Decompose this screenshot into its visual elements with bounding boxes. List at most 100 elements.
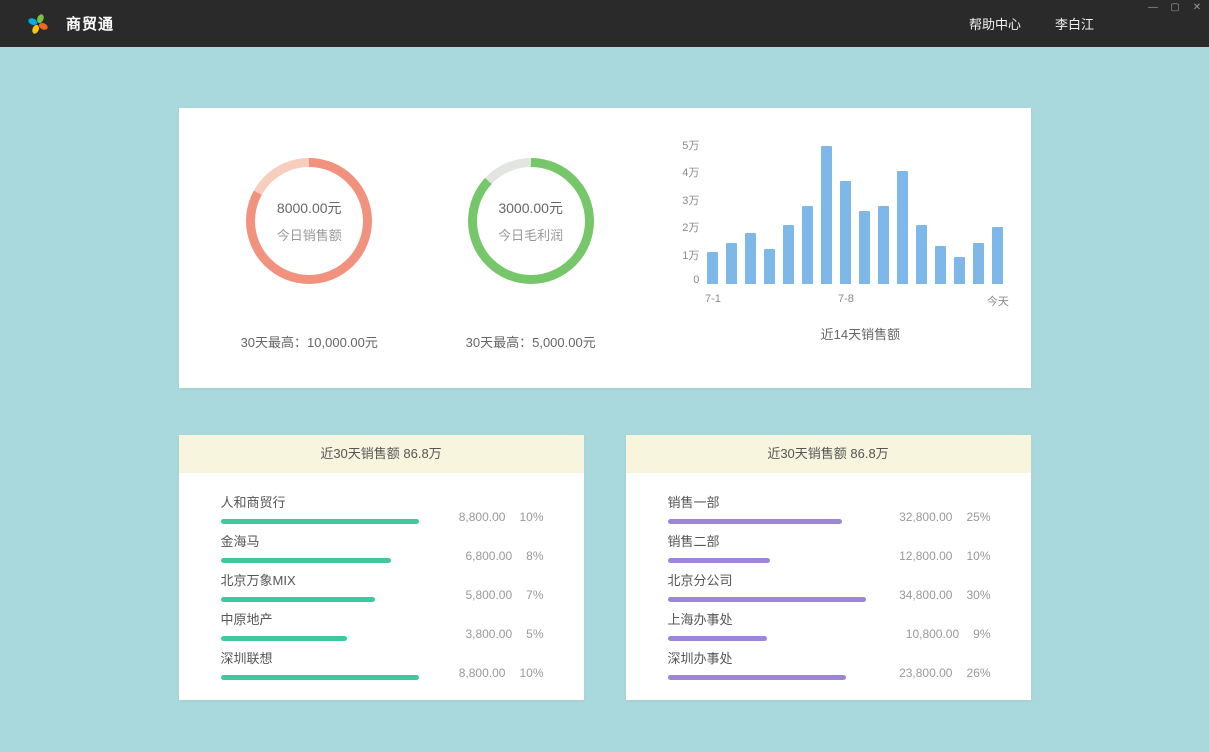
list-item: 上海办事处 10,800.00 9% xyxy=(668,611,991,641)
chart-bar xyxy=(954,257,965,284)
chart-bar xyxy=(840,181,851,284)
customer-name: 深圳联想 xyxy=(221,650,419,668)
department-name: 销售一部 xyxy=(668,494,866,512)
list-item-left: 深圳联想 xyxy=(221,650,419,680)
chart-bar xyxy=(802,206,813,284)
sales-percent: 5% xyxy=(526,627,543,641)
sales-percent: 10% xyxy=(966,549,990,563)
sales-amount: 12,800.00 xyxy=(899,549,952,563)
sales-percent: 10% xyxy=(519,510,543,524)
sales-amount: 23,800.00 xyxy=(899,666,952,680)
donut-center: 3000.00元 今日毛利润 xyxy=(468,158,594,284)
bar-chart-plot: 5万4万3万2万1万0 xyxy=(673,142,1030,284)
list-item-left: 人和商贸行 xyxy=(221,494,419,524)
progress-bar-fill xyxy=(221,519,419,524)
list-item-right: 5,800.00 7% xyxy=(465,588,543,602)
rank-cards-row: 近30天销售额 86.8万 人和商贸行 8,800.00 10% 金海马 xyxy=(179,435,1031,700)
list-item-right: 12,800.00 10% xyxy=(899,549,990,563)
today-sales-30d-max: 30天最高：10,000.00元 xyxy=(241,332,378,351)
dashboard-content: 8000.00元 今日销售额 30天最高：10,000.00元 3000.00元… xyxy=(179,108,1031,700)
chart-bar xyxy=(764,249,775,284)
customer-rank-title: 近30天销售额 86.8万 xyxy=(179,435,584,473)
today-profit-30d-max: 30天最高：5,000.00元 xyxy=(466,332,596,351)
list-item-left: 上海办事处 xyxy=(668,611,866,641)
list-item: 北京万象MIX 5,800.00 7% xyxy=(221,572,544,602)
window-controls: — ▢ ✕ xyxy=(1147,2,1203,14)
titlebar-right: 帮助中心 李白江 xyxy=(969,14,1094,33)
sales-percent: 7% xyxy=(526,588,543,602)
chart-bar xyxy=(992,227,1003,284)
progress-bar-track xyxy=(221,519,419,524)
sales-percent: 25% xyxy=(966,510,990,524)
sales-amount: 3,800.00 xyxy=(465,627,512,641)
list-item-right: 32,800.00 25% xyxy=(899,510,990,524)
customer-name: 北京万象MIX xyxy=(221,572,419,590)
bar-chart-y-axis: 5万4万3万2万1万0 xyxy=(673,142,707,284)
department-name: 上海办事处 xyxy=(668,611,866,629)
list-item: 金海马 6,800.00 8% xyxy=(221,533,544,563)
progress-bar-track xyxy=(668,636,866,641)
today-sales-donut-block: 8000.00元 今日销售额 30天最高：10,000.00元 xyxy=(219,108,400,388)
list-item: 销售一部 32,800.00 25% xyxy=(668,494,991,524)
user-name[interactable]: 李白江 xyxy=(1055,14,1094,33)
list-item-right: 3,800.00 5% xyxy=(465,627,543,641)
sales-percent: 30% xyxy=(966,588,990,602)
list-item-left: 中原地产 xyxy=(221,611,419,641)
list-item-left: 深圳办事处 xyxy=(668,650,866,680)
donut-center: 8000.00元 今日销售额 xyxy=(246,158,372,284)
progress-bar-track xyxy=(668,519,866,524)
department-rank-list: 销售一部 32,800.00 25% 销售二部 12,800.00 xyxy=(626,473,1031,680)
chart-bar xyxy=(821,146,832,284)
chart-bar xyxy=(916,225,927,284)
list-item-right: 8,800.00 10% xyxy=(459,666,544,680)
list-item-right: 8,800.00 10% xyxy=(459,510,544,524)
app-title: 商贸通 xyxy=(66,13,114,34)
customer-name: 中原地产 xyxy=(221,611,419,629)
close-icon[interactable]: ✕ xyxy=(1191,2,1203,14)
customer-name: 人和商贸行 xyxy=(221,494,419,512)
sales-amount: 34,800.00 xyxy=(899,588,952,602)
department-name: 销售二部 xyxy=(668,533,866,551)
sales-percent: 8% xyxy=(526,549,543,563)
chart-bar xyxy=(707,252,718,284)
today-profit-label: 今日毛利润 xyxy=(498,225,563,244)
progress-bar-fill xyxy=(668,558,771,563)
today-profit-value: 3000.00元 xyxy=(498,198,563,218)
titlebar: 商贸通 帮助中心 李白江 — ▢ ✕ xyxy=(0,0,1209,47)
list-item: 深圳办事处 23,800.00 26% xyxy=(668,650,991,680)
progress-bar-fill xyxy=(221,636,348,641)
maximize-icon[interactable]: ▢ xyxy=(1169,2,1181,14)
sales-amount: 8,800.00 xyxy=(459,666,506,680)
list-item-right: 6,800.00 8% xyxy=(465,549,543,563)
today-profit-donut-chart: 3000.00元 今日毛利润 xyxy=(468,158,594,284)
progress-bar-fill xyxy=(668,519,842,524)
today-sales-donut-chart: 8000.00元 今日销售额 xyxy=(246,158,372,284)
today-sales-label: 今日销售额 xyxy=(277,225,342,244)
progress-bar-track xyxy=(221,675,419,680)
help-center-link[interactable]: 帮助中心 xyxy=(969,14,1021,33)
list-item-left: 北京万象MIX xyxy=(221,572,419,602)
minimize-icon[interactable]: — xyxy=(1147,2,1159,14)
progress-bar-track xyxy=(668,597,866,602)
list-item: 中原地产 3,800.00 5% xyxy=(221,611,544,641)
sales-amount: 8,800.00 xyxy=(459,510,506,524)
list-item-left: 销售一部 xyxy=(668,494,866,524)
sales-percent: 10% xyxy=(519,666,543,680)
progress-bar-fill xyxy=(221,597,375,602)
customer-sales-rank-card: 近30天销售额 86.8万 人和商贸行 8,800.00 10% 金海马 xyxy=(179,435,584,700)
progress-bar-fill xyxy=(668,636,767,641)
progress-bar-fill xyxy=(221,558,391,563)
today-sales-value: 8000.00元 xyxy=(277,198,342,218)
sales-amount: 32,800.00 xyxy=(899,510,952,524)
sales-percent: 26% xyxy=(966,666,990,680)
chart-bar xyxy=(973,243,984,284)
chart-bar xyxy=(859,211,870,284)
progress-bar-fill xyxy=(221,675,419,680)
chart-bar xyxy=(783,225,794,284)
list-item-left: 金海马 xyxy=(221,533,419,563)
bar-chart-x-axis: 7-17-8今天 xyxy=(707,284,1030,308)
app-logo-icon xyxy=(26,12,50,36)
department-rank-title: 近30天销售额 86.8万 xyxy=(626,435,1031,473)
customer-name: 金海马 xyxy=(221,533,419,551)
department-name: 深圳办事处 xyxy=(668,650,866,668)
